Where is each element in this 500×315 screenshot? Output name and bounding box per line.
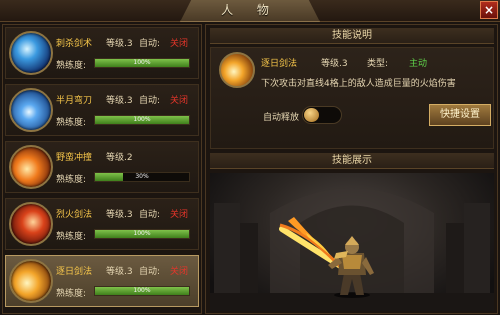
proficiency-text: 100% — [133, 230, 151, 237]
quick-set-button[interactable]: 快捷设置 — [429, 104, 491, 126]
skill-row-thrust-sword[interactable]: 刺杀剑术 等级.3 自动: 关闭 熟练度: 100% — [5, 27, 199, 79]
skill-row-savage-charge[interactable]: 野蛮冲撞 等级.2 熟练度: 30% — [5, 141, 199, 193]
detail-skill-name: 逐日剑法 — [261, 59, 298, 69]
proficiency-text: 100% — [133, 116, 151, 123]
skill-row-half-moon[interactable]: 半月弯刀 等级.3 自动: 关闭 熟练度: 100% — [5, 84, 199, 136]
proficiency-bar: 100% — [94, 286, 190, 296]
skill-level: 等级.3 — [106, 39, 133, 49]
skill-level: 等级.2 — [106, 153, 133, 163]
proficiency-bar: 100% — [94, 115, 190, 125]
skill-name: 逐日剑法 — [56, 267, 93, 277]
skill-detail-panel: 技能说明 逐日剑法 等级.3 类型: 主动 下次攻击对直线4格上的敌人造成巨量的… — [205, 24, 498, 314]
proficiency-label: 熟练度: — [56, 118, 87, 128]
auto-status: 关闭 — [170, 96, 189, 106]
window-title: 人 物 — [180, 0, 320, 22]
skill-name: 半月弯刀 — [56, 96, 93, 106]
title-bar: 人 物 × — [0, 0, 500, 22]
auto-label: 自动: — [139, 210, 161, 220]
proficiency-bar: 100% — [94, 229, 190, 239]
half-moon-blade-icon — [9, 88, 53, 132]
proficiency-label: 熟练度: — [56, 289, 87, 299]
proficiency-label: 熟练度: — [56, 175, 87, 185]
proficiency-text: 100% — [133, 287, 151, 294]
skill-name: 野蛮冲撞 — [56, 153, 93, 163]
savage-charge-icon — [9, 145, 53, 189]
skill-name: 刺杀剑术 — [56, 39, 93, 49]
auto-status: 关闭 — [170, 210, 189, 220]
auto-status: 关闭 — [170, 39, 189, 49]
skill-level: 等级.3 — [106, 96, 133, 106]
sun-chasing-sword-icon — [219, 52, 255, 88]
skill-list: 刺杀剑术 等级.3 自动: 关闭 熟练度: 100% 半月弯刀 等级.3 自动:… — [2, 24, 202, 314]
proficiency-label: 熟练度: — [56, 232, 87, 242]
blazing-sword-icon — [9, 202, 53, 246]
skill-row-blazing-sword[interactable]: 烈火剑法 等级.3 自动: 关闭 熟练度: 100% — [5, 198, 199, 250]
detail-skill-level: 等级.3 — [321, 59, 348, 69]
skill-showcase-scene — [210, 173, 494, 311]
skill-row-sun-chasing-sword[interactable]: 逐日剑法 等级.3 自动: 关闭 熟练度: 100% — [5, 255, 199, 307]
proficiency-bar: 30% — [94, 172, 190, 182]
proficiency-label: 熟练度: — [56, 61, 87, 71]
skill-description-header: 技能说明 — [210, 28, 494, 44]
close-button[interactable]: × — [480, 1, 498, 19]
thrust-sword-icon — [9, 31, 53, 75]
auto-status: 关闭 — [170, 267, 189, 277]
skill-showcase-header: 技能展示 — [210, 153, 494, 169]
detail-description: 下次攻击对直线4格上的敌人造成巨量的火焰伤害 — [261, 79, 456, 89]
toggle-knob[interactable] — [304, 108, 319, 122]
auto-label: 自动: — [139, 267, 161, 277]
proficiency-bar: 100% — [94, 58, 190, 68]
proficiency-text: 100% — [133, 59, 151, 66]
skill-level: 等级.3 — [106, 267, 133, 277]
detail-type-label: 类型: — [367, 59, 389, 69]
skill-description-box: 逐日剑法 等级.3 类型: 主动 下次攻击对直线4格上的敌人造成巨量的火焰伤害 … — [210, 47, 494, 149]
skill-name: 烈火剑法 — [56, 210, 93, 220]
skill-level: 等级.3 — [106, 210, 133, 220]
detail-type-value: 主动 — [409, 59, 428, 69]
warrior-scene-art — [210, 188, 494, 311]
auto-release-toggle[interactable] — [302, 106, 342, 124]
sun-chasing-sword-icon — [9, 259, 53, 303]
proficiency-text: 30% — [135, 173, 149, 180]
auto-release-label: 自动释放 — [263, 113, 300, 123]
auto-label: 自动: — [139, 96, 161, 106]
auto-label: 自动: — [139, 39, 161, 49]
